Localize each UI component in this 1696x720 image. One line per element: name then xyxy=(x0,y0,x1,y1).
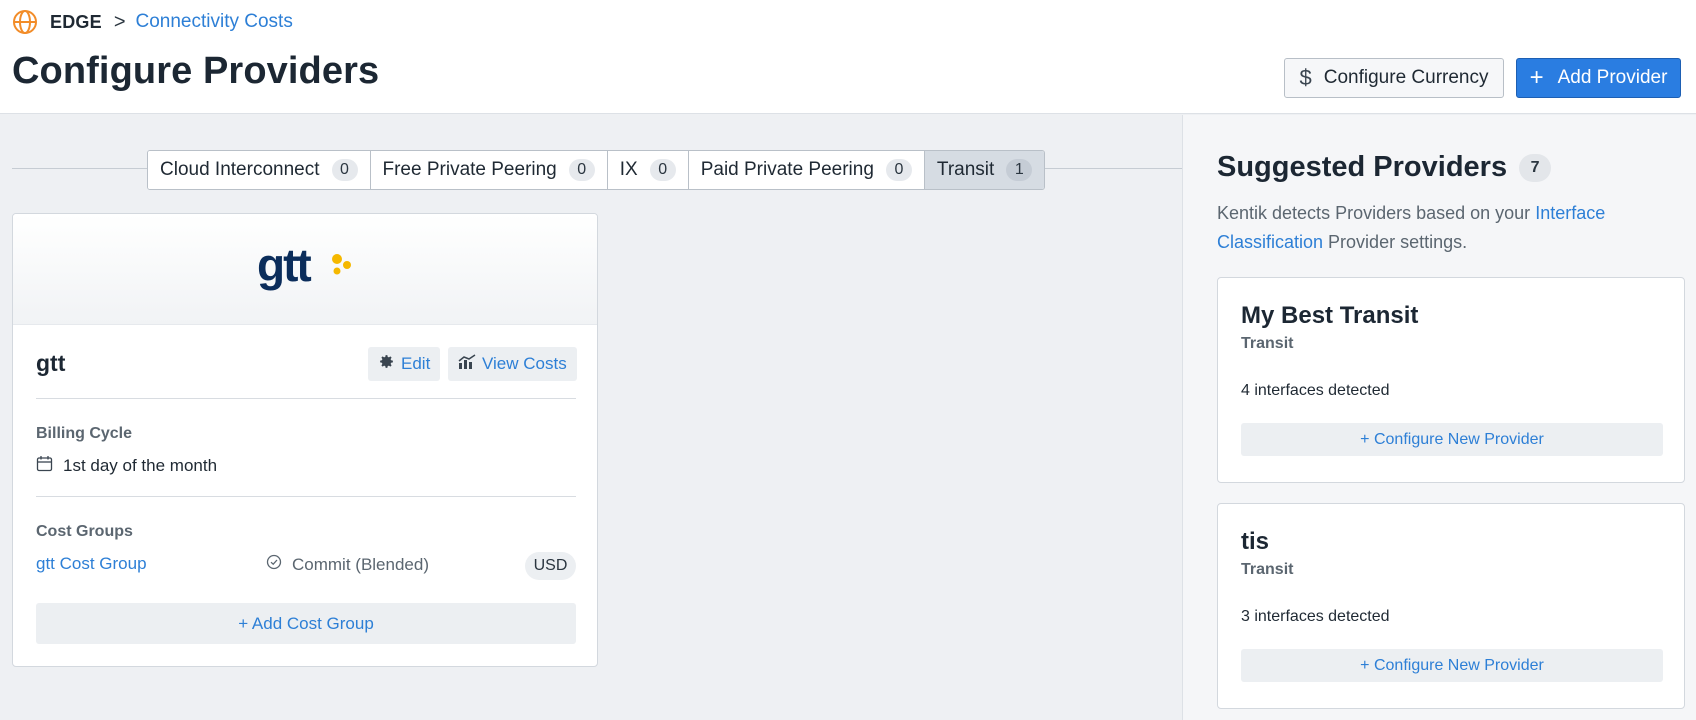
gear-icon xyxy=(378,353,395,375)
currency-badge: USD xyxy=(525,552,576,580)
tab-count: 0 xyxy=(568,159,595,181)
breadcrumb-current[interactable]: Connectivity Costs xyxy=(136,11,293,33)
suggested-providers-title: Suggested Providers 7 xyxy=(1217,151,1552,184)
divider xyxy=(36,398,576,399)
provider-card: gtt gtt Edit View Costs Billing Cycle 1s… xyxy=(12,213,598,667)
tab-count: 1 xyxy=(1006,159,1033,181)
provider-type-tabs: Cloud Interconnect 0 Free Private Peerin… xyxy=(147,150,1046,190)
add-provider-label: Add Provider xyxy=(1557,67,1668,88)
provider-logo: gtt xyxy=(13,214,597,325)
tab-label: Transit xyxy=(936,159,995,180)
suggested-description: Kentik detects Providers based on your I… xyxy=(1217,199,1647,257)
tab-count: 0 xyxy=(331,159,358,181)
billing-cycle-label: Billing Cycle xyxy=(36,425,133,442)
suggested-provider-card: My Best Transit Transit 4 interfaces det… xyxy=(1217,277,1685,483)
tab-ix[interactable]: IX 0 xyxy=(607,151,689,189)
globe-icon xyxy=(13,10,37,34)
cost-group-type-text: Commit (Blended) xyxy=(292,554,429,574)
tab-free-private-peering[interactable]: Free Private Peering 0 xyxy=(370,151,608,189)
view-costs-button[interactable]: View Costs xyxy=(448,347,577,381)
suggested-provider-name: tis xyxy=(1241,528,1270,555)
cost-group-link[interactable]: gtt Cost Group xyxy=(36,554,147,574)
suggested-provider-type: Transit xyxy=(1241,561,1294,578)
gtt-logo: gtt xyxy=(257,239,351,291)
tab-paid-private-peering[interactable]: Paid Private Peering 0 xyxy=(688,151,925,189)
main-content: Cloud Interconnect 0 Free Private Peerin… xyxy=(0,115,1182,720)
edit-label: Edit xyxy=(401,354,431,373)
configure-new-provider-button[interactable]: + Configure New Provider xyxy=(1241,649,1663,682)
edit-button[interactable]: Edit xyxy=(368,347,441,381)
calendar-icon xyxy=(36,455,53,477)
tab-cloud-interconnect[interactable]: Cloud Interconnect 0 xyxy=(148,151,371,189)
billing-cycle-value: 1st day of the month xyxy=(36,455,217,477)
page-title: Configure Providers xyxy=(12,50,380,92)
breadcrumb: EDGE > Connectivity Costs xyxy=(12,9,293,35)
provider-name: gtt xyxy=(36,350,66,376)
page-header: EDGE > Connectivity Costs Configure Prov… xyxy=(0,0,1696,114)
suggested-title-text: Suggested Providers xyxy=(1217,151,1508,183)
cost-group-type: Commit (Blended) xyxy=(266,554,429,575)
interfaces-detected: 4 interfaces detected xyxy=(1241,382,1390,399)
svg-text:gtt: gtt xyxy=(257,239,311,291)
tab-label: IX xyxy=(619,159,638,180)
add-cost-group-button[interactable]: + Add Cost Group xyxy=(36,603,576,644)
cost-groups-label: Cost Groups xyxy=(36,523,133,540)
tab-count: 0 xyxy=(649,159,676,181)
plus-icon: + xyxy=(1529,64,1544,91)
description-prefix: Kentik detects Providers based on your xyxy=(1217,203,1536,223)
suggested-providers-panel: Suggested Providers 7 Kentik detects Pro… xyxy=(1182,115,1696,720)
check-circle-icon xyxy=(266,554,282,575)
suggested-provider-card: tis Transit 3 interfaces detected + Conf… xyxy=(1217,503,1685,709)
chart-icon xyxy=(458,353,476,375)
description-suffix: Provider settings. xyxy=(1323,232,1468,252)
breadcrumb-section[interactable]: EDGE xyxy=(50,12,102,33)
billing-cycle-text: 1st day of the month xyxy=(63,456,218,475)
tab-label: Cloud Interconnect xyxy=(160,159,320,180)
tab-count: 0 xyxy=(885,159,912,181)
add-provider-button[interactable]: + Add Provider xyxy=(1516,58,1681,98)
divider xyxy=(36,496,576,497)
configure-currency-label: Configure Currency xyxy=(1323,67,1489,88)
breadcrumb-separator: > xyxy=(113,10,126,33)
suggested-count-badge: 7 xyxy=(1519,153,1552,182)
configure-new-provider-button[interactable]: + Configure New Provider xyxy=(1241,423,1663,456)
suggested-provider-name: My Best Transit xyxy=(1241,302,1419,329)
suggested-provider-type: Transit xyxy=(1241,335,1294,352)
dollar-icon: $ xyxy=(1299,65,1312,90)
interfaces-detected: 3 interfaces detected xyxy=(1241,608,1390,625)
tab-label: Free Private Peering xyxy=(382,159,557,180)
tab-label: Paid Private Peering xyxy=(700,159,874,180)
configure-currency-button[interactable]: $ Configure Currency xyxy=(1284,58,1504,98)
tab-transit[interactable]: Transit 1 xyxy=(924,151,1045,189)
view-costs-label: View Costs xyxy=(482,354,567,373)
